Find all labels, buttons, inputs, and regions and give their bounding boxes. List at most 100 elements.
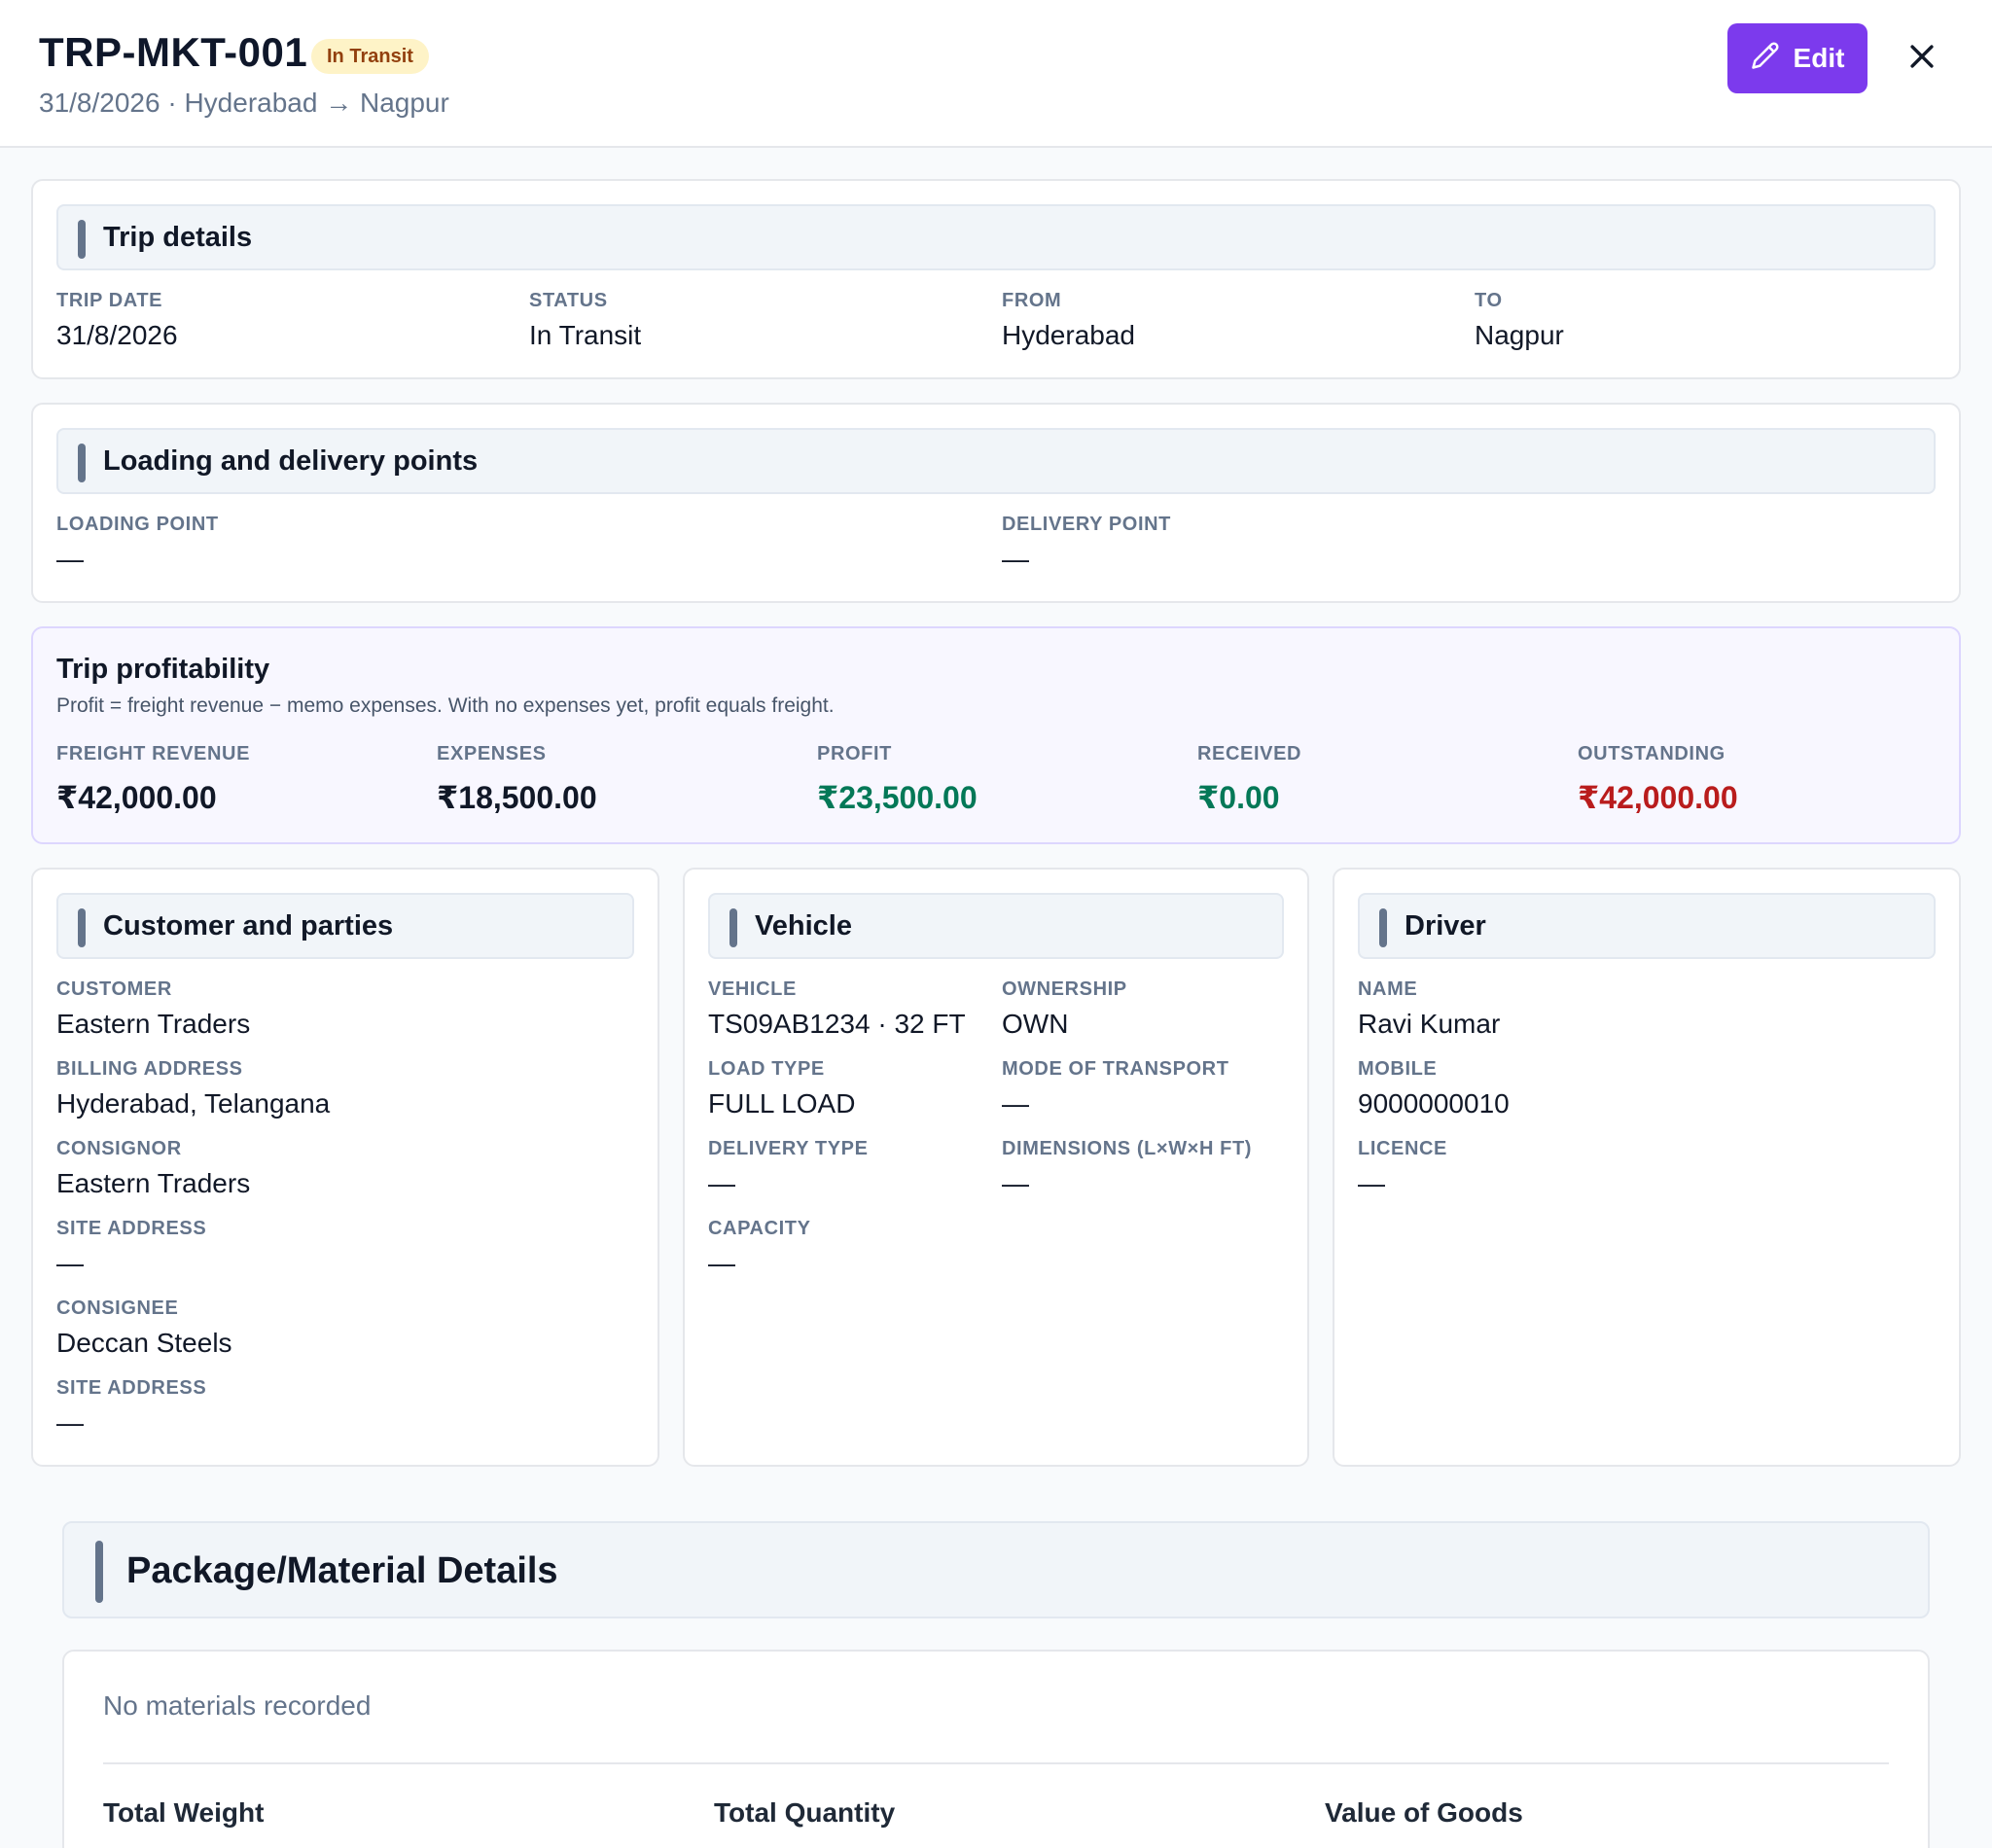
field-label: FROM [1002,290,1062,311]
load-type-field: LOAD TYPE FULL LOAD [708,1058,855,1119]
capacity-field: CAPACITY — [708,1218,811,1279]
vehicle-card: Vehicle VEHICLE TS09AB1234 · 32 FT OWNER… [683,868,1309,1467]
section-accent-bar [78,908,86,947]
consignor-field: CONSIGNOR Eastern Traders [56,1138,250,1199]
section-accent-bar [78,220,86,259]
metric-value: ₹23,500.00 [817,780,978,815]
section-title: Customer and parties [103,910,394,942]
field-label: BILLING ADDRESS [56,1058,243,1080]
field-label: CONSIGNEE [56,1297,179,1319]
section-accent-bar [78,444,86,482]
edit-button[interactable]: Edit [1727,23,1868,93]
metric-label: FREIGHT REVENUE [56,743,251,764]
driver-header: Driver [1358,893,1936,959]
field-label: TRIP DATE [56,290,163,311]
field-value: Hyderabad [1002,320,1135,350]
field-value: 31/8/2026 [56,320,178,350]
close-button[interactable] [1899,35,1945,82]
consignor-site-address-field: SITE ADDRESS — [56,1218,206,1279]
profitability-title: Trip profitability [56,654,270,685]
trip-detail-modal: TRP-MKT-001 In Transit 31/8/2026 · Hyder… [0,0,1992,1848]
total-weight-label: Total Weight [103,1797,265,1828]
metric-label: PROFIT [817,743,892,764]
field-label: MODE OF TRANSPORT [1002,1058,1229,1080]
field-value: Ravi Kumar [1358,1009,1501,1039]
trip-details-header: Trip details [56,204,1936,270]
field-value: FULL LOAD [708,1088,856,1119]
field-label: VEHICLE [708,978,797,1000]
field-value: Deccan Steels [56,1328,232,1358]
status-field: STATUS In Transit [529,290,641,351]
section-title: Vehicle [755,910,852,942]
consignee-site-address-field: SITE ADDRESS — [56,1377,206,1439]
field-value: Hyderabad, Telangana [56,1088,331,1119]
driver-mobile-field: MOBILE 9000000010 [1358,1058,1510,1119]
trip-subtitle: 31/8/2026 · Hyderabad → Nagpur [39,88,449,118]
field-value: Nagpur [1475,320,1564,350]
field-label: LOAD TYPE [708,1058,825,1080]
section-title: Driver [1405,910,1486,942]
section-accent-bar [729,908,737,947]
modal-header: TRP-MKT-001 In Transit 31/8/2026 · Hyder… [0,0,1992,148]
field-label: CUSTOMER [56,978,172,1000]
value-of-goods-label: Value of Goods [1325,1797,1523,1828]
ownership-field: OWNERSHIP OWN [1002,978,1127,1040]
points-header: Loading and delivery points [56,428,1936,494]
field-value: TS09AB1234 · 32 FT [708,1009,966,1039]
package-body: No materials recorded Total Weight Total… [62,1650,1930,1848]
profit-metric: PROFIT ₹23,500.00 [817,743,978,816]
to-field: TO Nagpur [1475,290,1564,351]
field-value: OWN [1002,1009,1069,1039]
field-value: — [56,544,84,574]
field-label: SITE ADDRESS [56,1218,207,1239]
freight-revenue-metric: FREIGHT REVENUE ₹42,000.00 [56,743,250,816]
edit-button-label: Edit [1793,43,1845,73]
customer-header: Customer and parties [56,893,634,959]
delivery-point-field: DELIVERY POINT — [1002,514,1171,575]
profitability-description: Profit = freight revenue − memo expenses… [56,694,835,717]
field-value: Eastern Traders [56,1009,251,1039]
field-label: MOBILE [1358,1058,1438,1080]
metric-value: ₹42,000.00 [56,780,217,815]
consignee-field: CONSIGNEE Deccan Steels [56,1297,232,1359]
field-value: In Transit [529,320,642,350]
mode-of-transport-field: MODE OF TRANSPORT — [1002,1058,1229,1119]
metric-label: EXPENSES [437,743,547,764]
package-header: Package/Material Details [62,1521,1930,1618]
driver-card: Driver NAME Ravi Kumar MOBILE 9000000010… [1333,868,1961,1467]
customer-card: Customer and parties CUSTOMER Eastern Tr… [31,868,659,1467]
status-badge: In Transit [311,39,429,74]
field-value: — [1002,1088,1029,1119]
field-label: SITE ADDRESS [56,1377,207,1399]
field-value: — [708,1248,735,1278]
metric-value: ₹0.00 [1197,780,1280,815]
section-title: Loading and delivery points [103,445,479,477]
vehicle-header: Vehicle [708,893,1284,959]
customer-field: CUSTOMER Eastern Traders [56,978,250,1040]
field-label: CONSIGNOR [56,1138,182,1159]
expenses-metric: EXPENSES ₹18,500.00 [437,743,597,816]
metric-label: OUTSTANDING [1578,743,1725,764]
field-label: OWNERSHIP [1002,978,1127,1000]
billing-address-field: BILLING ADDRESS Hyderabad, Telangana [56,1058,330,1119]
trip-date-field: TRIP DATE 31/8/2026 [56,290,178,351]
field-value: 9000000010 [1358,1088,1510,1119]
field-label: LICENCE [1358,1138,1447,1159]
received-metric: RECEIVED ₹0.00 [1197,743,1301,816]
field-value: Eastern Traders [56,1168,251,1198]
field-label: TO [1475,290,1503,311]
section-accent-bar [95,1541,103,1603]
field-label: CAPACITY [708,1218,811,1239]
divider [103,1762,1889,1764]
driver-licence-field: LICENCE — [1358,1138,1447,1199]
points-card: Loading and delivery points LOADING POIN… [31,403,1961,603]
outstanding-metric: OUTSTANDING ₹42,000.00 [1578,743,1738,816]
field-value: — [1002,1168,1029,1198]
metric-label: RECEIVED [1197,743,1302,764]
total-quantity-label: Total Quantity [714,1797,896,1828]
package-empty-state: No materials recorded [103,1690,372,1721]
field-value: — [708,1168,735,1198]
field-label: STATUS [529,290,608,311]
field-label: DIMENSIONS (L×W×H FT) [1002,1138,1253,1159]
section-title: Trip details [103,222,253,253]
